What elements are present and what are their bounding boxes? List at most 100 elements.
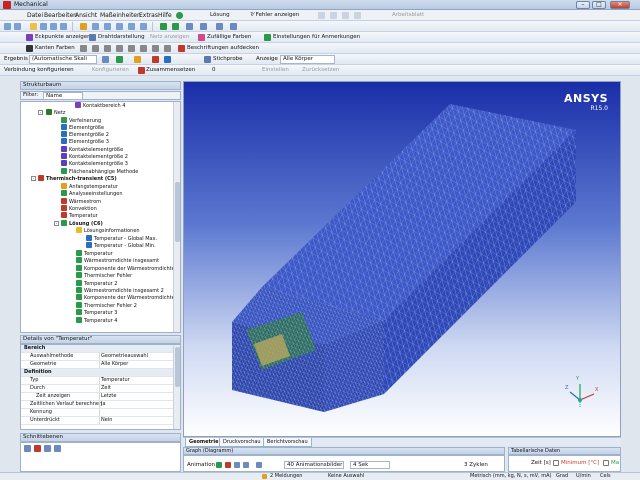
tree-item[interactable]: Kontaktelementgröße xyxy=(61,146,123,153)
detail-row[interactable]: Kennung xyxy=(21,409,173,417)
tree-item[interactable]: Wärmestromdichte insgesamt xyxy=(76,257,159,264)
tree-item[interactable]: Komponente der Wärmestromdichte 2 xyxy=(76,294,179,301)
frames-dropdown[interactable]: 40 Animationsbilder xyxy=(284,461,344,469)
tree-item[interactable]: Analyseeinstellungen xyxy=(61,190,123,197)
tree-item[interactable]: Kontaktelementgröße 3 xyxy=(61,160,128,167)
detail-group[interactable]: Bereich xyxy=(21,345,173,353)
tree-item[interactable]: Temperatur 4 xyxy=(76,317,117,324)
settings-button[interactable]: Einstellen xyxy=(262,67,289,73)
viewport-icon[interactable] xyxy=(230,23,237,30)
detail-row[interactable]: Zeitlichen Verlauf berechnen Ja xyxy=(21,401,173,409)
tree-item[interactable]: Temperatur xyxy=(76,250,113,257)
delete-section-icon[interactable] xyxy=(34,445,41,452)
status-units[interactable]: Metrisch (mm, kg, N, s, mV, mA) xyxy=(470,473,551,480)
expander[interactable]: - xyxy=(31,176,36,181)
worksheet-button[interactable]: Arbeitsblatt xyxy=(392,12,424,18)
merge-button[interactable]: Zusammensetzen xyxy=(146,67,195,73)
detail-row[interactable]: Geometrie Alle Körper xyxy=(21,361,173,369)
probe-button[interactable]: Stichprobe xyxy=(213,56,243,62)
solve-icon[interactable] xyxy=(176,12,183,19)
tab-geometry[interactable]: Geometrie xyxy=(185,438,223,447)
detail-row[interactable]: Unterdrückt Nein xyxy=(21,417,173,425)
edge-style-icon[interactable] xyxy=(104,45,111,52)
rotate-icon[interactable] xyxy=(80,23,87,30)
expander[interactable]: - xyxy=(54,221,59,226)
isometric-view-icon[interactable] xyxy=(186,23,193,30)
status-messages[interactable]: 2 Meldungen xyxy=(270,473,302,480)
minimize-button[interactable]: – xyxy=(576,1,590,9)
show-errors-button[interactable]: ?⁄ Fehler anzeigen xyxy=(250,12,299,18)
tree-item[interactable]: Elementgröße 2 xyxy=(61,131,109,138)
set-view-icon[interactable] xyxy=(200,23,207,30)
tree-item[interactable]: Temperatur 3 xyxy=(76,309,117,316)
tree-item[interactable]: Kontaktelementgröße 2 xyxy=(61,153,128,160)
tree-item[interactable]: Anfangstemperatur xyxy=(61,183,118,190)
tree-item[interactable]: Elementgröße 3 xyxy=(61,138,109,145)
tool-icon[interactable] xyxy=(330,12,337,19)
step-icon[interactable] xyxy=(234,462,240,468)
menu-extras[interactable]: Extras xyxy=(139,12,158,19)
configure-button[interactable]: Konfigurieren xyxy=(92,67,129,73)
tree-item[interactable]: Kontaktbereich 4 xyxy=(75,102,126,109)
annotation-settings-button[interactable]: Einstellungen für Anmerkungen xyxy=(273,34,360,40)
reset-button[interactable]: Zurücksetzen xyxy=(302,67,339,73)
duration-dropdown[interactable]: 4 Sek xyxy=(350,461,390,469)
section-icon[interactable] xyxy=(44,445,51,452)
zoom-icon[interactable] xyxy=(104,23,111,30)
pan-icon[interactable] xyxy=(92,23,99,30)
detail-group[interactable]: Definition xyxy=(21,369,173,377)
tree-item[interactable]: Elementgröße xyxy=(61,124,104,131)
details-scrollbar[interactable] xyxy=(173,345,180,429)
tree-item[interactable]: Komponente der Wärmestromdichte xyxy=(76,265,175,272)
tree-item[interactable]: Temperatur - Global Max. xyxy=(86,235,157,242)
tool-icon[interactable] xyxy=(342,12,349,19)
tab-report-preview[interactable]: Berichtvorschau xyxy=(263,438,312,447)
edge-style-icon[interactable] xyxy=(116,45,123,52)
tree-item[interactable]: Konvektion xyxy=(61,205,97,212)
scroll-thumb[interactable] xyxy=(175,347,180,387)
checkbox-max[interactable] xyxy=(603,460,609,466)
max-icon[interactable] xyxy=(152,56,159,63)
new-section-icon[interactable] xyxy=(24,445,31,452)
tree-item[interactable]: Lösung (C6) xyxy=(61,220,103,227)
geometry-icon[interactable] xyxy=(102,56,109,63)
tree-item[interactable]: Thermischer Fehler 2 xyxy=(76,302,137,309)
solve-button[interactable]: Lösung xyxy=(210,12,230,18)
zoom-box-icon[interactable] xyxy=(116,23,123,30)
select-icon[interactable] xyxy=(4,23,11,30)
tree-item[interactable]: Temperatur - Global Min. xyxy=(86,242,156,249)
mesh-model[interactable] xyxy=(184,82,621,437)
menu-ansicht[interactable]: Ansicht xyxy=(75,12,97,19)
body-select-icon[interactable] xyxy=(60,23,67,30)
tree-item[interactable]: Netz xyxy=(46,109,65,116)
zoom-fit-icon[interactable] xyxy=(128,23,135,30)
select-mode-icon[interactable] xyxy=(14,23,21,30)
detail-row[interactable]: Typ Temperatur xyxy=(21,377,173,385)
detail-row[interactable]: Auswahlmethode Geometrieauswahl xyxy=(21,353,173,361)
menu-bearbeiten[interactable]: Bearbeiten xyxy=(44,12,77,19)
edge-colors-button[interactable]: Kanten Farben xyxy=(35,45,75,51)
tree-item[interactable]: Wärmestrom xyxy=(61,198,101,205)
contour-icon[interactable] xyxy=(116,56,123,63)
tree-item[interactable]: Lösungsinformationen xyxy=(76,227,140,234)
tree-item[interactable]: Flächenabhängige Methode xyxy=(61,168,138,175)
previous-view-icon[interactable] xyxy=(160,23,167,30)
edge-select-icon[interactable] xyxy=(40,23,47,30)
show-vertices-button[interactable]: Eckpunkte anzeigen xyxy=(35,34,91,40)
random-colors-button[interactable]: Zufällige Farben xyxy=(207,34,251,40)
edge-style-icon[interactable] xyxy=(164,45,171,52)
tree-item[interactable]: Temperatur xyxy=(61,212,98,219)
menu-masseinheiten[interactable]: Maßeinheiten xyxy=(100,12,141,19)
vertex-select-icon[interactable] xyxy=(30,23,37,30)
maximize-button[interactable]: □ xyxy=(592,1,606,9)
display-dropdown[interactable]: Alle Körper xyxy=(280,55,335,64)
menu-hilfe[interactable]: Hilfe xyxy=(158,12,172,19)
close-button[interactable]: ✕ xyxy=(610,1,630,9)
checkbox-min[interactable] xyxy=(553,460,559,466)
tool-icon[interactable] xyxy=(354,12,361,19)
edge-style-icon[interactable] xyxy=(80,45,87,52)
step-icon[interactable] xyxy=(243,462,249,468)
min-icon[interactable] xyxy=(164,56,171,63)
play-icon[interactable] xyxy=(216,462,222,468)
wireframe-button[interactable]: Drahtdarstellung xyxy=(98,34,145,40)
